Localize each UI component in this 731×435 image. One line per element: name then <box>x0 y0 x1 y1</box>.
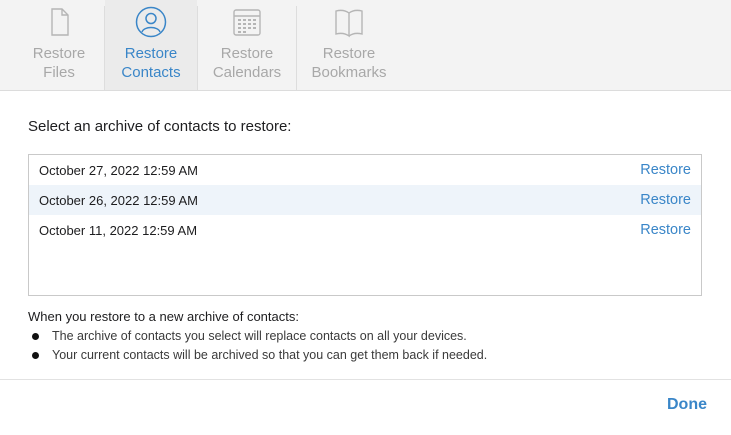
info-text: Your current contacts will be archived s… <box>52 348 488 362</box>
info-item: Your current contacts will be archived s… <box>28 346 487 365</box>
tab-label: Restore Files <box>32 45 86 81</box>
restore-link[interactable]: Restore <box>640 222 691 238</box>
bullet-icon <box>32 333 39 340</box>
archive-row[interactable]: October 26, 2022 12:59 AM Restore <box>29 185 701 215</box>
tab-restore-calendars[interactable]: Restore Calendars <box>198 0 296 90</box>
document-icon <box>51 8 69 36</box>
info-item: The archive of contacts you select will … <box>28 327 487 346</box>
restore-link[interactable]: Restore <box>640 162 691 178</box>
tab-label: Restore Contacts <box>121 45 181 81</box>
info-heading: When you restore to a new archive of con… <box>28 309 299 324</box>
done-button[interactable]: Done <box>667 396 707 414</box>
book-icon <box>335 9 363 38</box>
page-title: Select an archive of contacts to restore… <box>28 118 292 135</box>
tab-label: Restore Calendars <box>212 45 282 81</box>
tab-label: Restore Bookmarks <box>311 45 387 81</box>
info-text: The archive of contacts you select will … <box>52 329 467 343</box>
tab-restore-files[interactable]: Restore Files <box>14 0 104 90</box>
archive-date: October 27, 2022 12:59 AM <box>39 162 198 178</box>
archive-row[interactable]: October 27, 2022 12:59 AM Restore <box>29 155 701 185</box>
contacts-icon <box>135 6 167 38</box>
bullet-icon <box>32 352 39 359</box>
archive-date: October 11, 2022 12:59 AM <box>39 222 198 238</box>
tab-restore-bookmarks[interactable]: Restore Bookmarks <box>297 0 401 90</box>
archive-date: October 26, 2022 12:59 AM <box>39 192 198 208</box>
calendar-icon <box>233 9 261 36</box>
footer-divider <box>0 379 731 380</box>
info-list: The archive of contacts you select will … <box>28 327 487 365</box>
tab-restore-contacts[interactable]: Restore Contacts <box>105 0 197 90</box>
tab-bar: Restore Files Restore Contacts Restore Cale… <box>0 0 731 91</box>
archive-row[interactable]: October 11, 2022 12:59 AM Restore <box>29 215 701 245</box>
archive-list[interactable]: October 27, 2022 12:59 AM Restore Octobe… <box>28 154 702 296</box>
restore-link[interactable]: Restore <box>640 192 691 208</box>
